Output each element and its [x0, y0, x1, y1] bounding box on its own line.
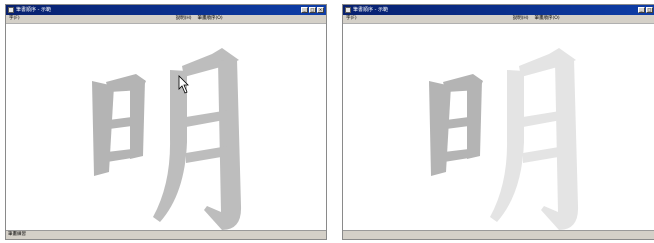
stroke-ri-middle: [446, 117, 469, 129]
menu-stroke-order[interactable]: 筆畫順序(O): [532, 15, 563, 23]
menu-bar: 字(F) 說明(H) 筆畫順序(O): [6, 15, 326, 24]
stroke-ri-right: [467, 80, 482, 159]
menu-help[interactable]: 說明(H): [173, 15, 195, 23]
minimize-button[interactable]: _: [638, 7, 645, 13]
menu-help[interactable]: 說明(H): [510, 15, 532, 23]
character-canvas[interactable]: [343, 24, 654, 232]
minimize-button[interactable]: _: [301, 7, 308, 13]
maximize-button[interactable]: □: [646, 7, 653, 13]
stroke-yue-hook: [541, 59, 579, 230]
character-drawing: [429, 48, 579, 230]
status-bar: 筆畫練習: [6, 230, 326, 239]
radical-yue: [490, 48, 579, 230]
radical-ri: [429, 74, 483, 176]
stroke-yue-left: [490, 70, 524, 222]
menu-file[interactable]: 字(F): [6, 15, 23, 23]
window-title: 筆書順序 - 示範: [353, 7, 388, 13]
app-window-right: 筆書順序 - 示範 _ □ × 字(F) 說明(H) 筆畫順序(O): [342, 4, 654, 240]
character-canvas[interactable]: [6, 24, 326, 232]
menu-bar: 字(F) 說明(H) 筆畫順序(O): [343, 15, 654, 24]
mouse-cursor-icon: [178, 75, 189, 94]
title-bar[interactable]: 筆書順序 - 示範 _ □ ×: [6, 5, 326, 15]
stroke-ri-bottom: [444, 149, 469, 162]
app-icon[interactable]: [8, 7, 14, 13]
window-title: 筆書順序 - 示範: [16, 7, 51, 13]
app-window-left: 筆書順序 - 示範 _ □ × 字(F) 說明(H) 筆畫順序(O) 筆畫練習: [5, 4, 327, 240]
menu-stroke-order[interactable]: 筆畫順序(O): [195, 15, 226, 23]
status-bar: [343, 230, 654, 239]
maximize-button[interactable]: □: [309, 7, 316, 13]
close-button[interactable]: ×: [317, 7, 324, 13]
menu-file[interactable]: 字(F): [343, 15, 360, 23]
app-icon[interactable]: [345, 7, 351, 13]
title-bar[interactable]: 筆書順序 - 示範 _ □ ×: [343, 5, 654, 15]
